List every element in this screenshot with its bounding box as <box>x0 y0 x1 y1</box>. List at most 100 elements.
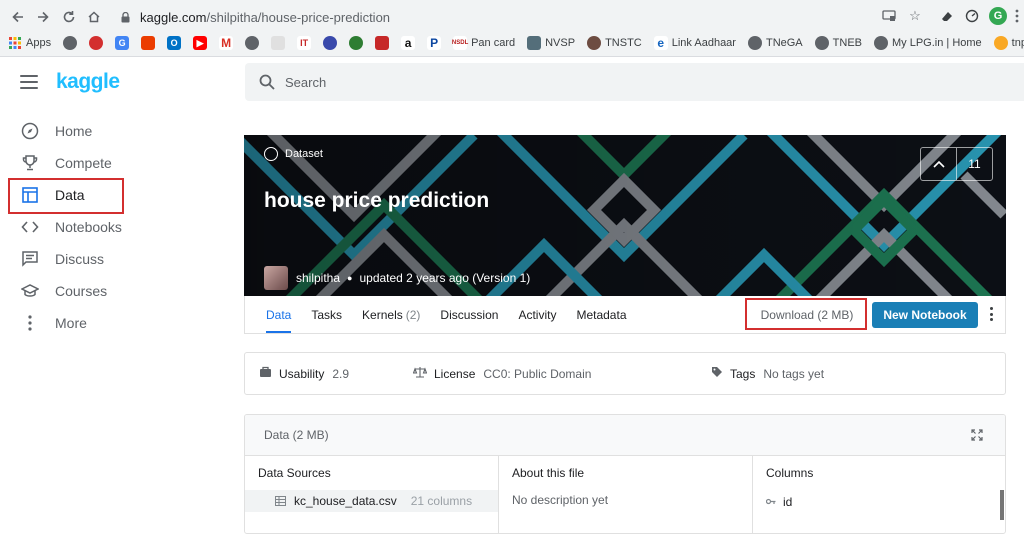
license-label: License <box>434 366 476 381</box>
office-icon <box>141 36 156 50</box>
dataset-meta-row: Usability 2.9 License CC0: Public Domain… <box>244 352 1006 395</box>
bookmark-youtube[interactable]: ▶ <box>193 36 211 50</box>
bookmark-tnpds[interactable]: tnpds <box>993 36 1024 50</box>
grammarly-extension-icon[interactable]: G <box>989 7 1007 25</box>
bookmark-generic[interactable] <box>271 36 289 50</box>
chrome-menu-icon[interactable] <box>1008 7 1024 25</box>
bookmark-amazon[interactable]: a <box>401 36 419 50</box>
browser-chrome: kaggle.com/shilpitha/house-price-predict… <box>0 0 1024 57</box>
bookmark-pan-card[interactable]: NSDL Pan card <box>452 36 519 50</box>
amazon-icon: a <box>401 36 416 50</box>
eraser-extension-icon[interactable] <box>938 7 956 25</box>
bookmark-tneb[interactable]: TNEB <box>814 36 866 50</box>
bookmark-office[interactable] <box>141 36 159 50</box>
address-bar[interactable]: kaggle.com/shilpitha/house-price-predict… <box>112 5 876 29</box>
license-value: CC0: Public Domain <box>483 366 592 381</box>
bookmark-emblem-2[interactable] <box>349 36 367 50</box>
tab-tasks[interactable]: Tasks <box>311 296 342 333</box>
bookmark-outlook[interactable]: O <box>167 36 185 50</box>
bookmark-it[interactable]: IT <box>297 36 315 50</box>
data-nav-highlight-box <box>8 178 124 214</box>
cast-icon[interactable] <box>880 7 898 25</box>
speed-extension-icon[interactable] <box>963 7 981 25</box>
tags-label: Tags <box>730 366 756 381</box>
forward-arrow-icon[interactable] <box>33 7 53 27</box>
bookmark-ticket[interactable] <box>375 36 393 50</box>
reload-icon[interactable] <box>59 7 79 27</box>
sidebar-item-more[interactable]: More <box>0 307 230 339</box>
usability-value: 2.9 <box>332 366 350 381</box>
expand-icon[interactable] <box>971 428 983 441</box>
home-icon[interactable] <box>84 7 104 27</box>
columns-heading: Columns <box>766 466 814 480</box>
star-bookmark-icon[interactable]: ☆ <box>906 7 924 25</box>
data-explorer-card: Data (2 MB) Data Sources kc_house_data.c… <box>244 414 1006 534</box>
bookmark-paytm[interactable]: P <box>427 36 445 50</box>
bookmark-emblem[interactable] <box>323 36 341 50</box>
globe-icon <box>747 36 762 50</box>
tab-metadata[interactable]: Metadata <box>576 296 626 333</box>
search-icon <box>259 74 275 90</box>
ration-icon <box>993 36 1008 50</box>
data-explorer-header: Data (2 MB) <box>245 415 1005 456</box>
bookmark-tnega[interactable]: TNeGA <box>747 36 807 50</box>
dataset-icon <box>264 147 278 161</box>
search-placeholder: Search <box>285 74 327 90</box>
upvote-button[interactable] <box>921 148 957 180</box>
column-field-item[interactable]: id <box>765 495 793 509</box>
key-icon <box>765 495 776 509</box>
paytm-icon: P <box>427 36 442 50</box>
hamburger-menu-icon[interactable] <box>20 75 38 91</box>
tab-discussion[interactable]: Discussion <box>440 296 498 333</box>
bookmark-globe[interactable] <box>63 36 81 50</box>
bookmark-nvsp[interactable]: NVSP <box>527 36 579 50</box>
bookmark-icon <box>271 36 286 50</box>
new-notebook-button[interactable]: New Notebook <box>872 302 978 328</box>
dataset-type-label: Dataset <box>264 147 323 161</box>
tab-activity[interactable]: Activity <box>518 296 556 333</box>
download-highlight-box <box>745 298 867 330</box>
sidebar-item-home[interactable]: Home <box>0 115 230 147</box>
back-arrow-icon[interactable] <box>8 7 28 27</box>
search-input[interactable]: Search <box>245 63 1024 101</box>
author-link[interactable]: shilpitha <box>296 271 340 285</box>
tab-data[interactable]: Data <box>266 296 292 333</box>
compass-icon <box>20 121 40 141</box>
updated-text: updated 2 years ago (Version 1) <box>359 271 531 285</box>
sidebar-item-discuss[interactable]: Discuss <box>0 243 230 275</box>
translate-icon: G <box>115 36 130 50</box>
dataset-banner: Dataset house price prediction shilpitha… <box>244 135 1006 296</box>
bookmark-globe-2[interactable] <box>245 36 263 50</box>
kaggle-logo[interactable]: kaggle <box>56 70 120 94</box>
sidebar-item-notebooks[interactable]: Notebooks <box>0 211 230 243</box>
bookmark-mylpg[interactable]: My LPG.in | Home <box>874 36 986 50</box>
nsdl-icon: NSDL <box>452 36 468 50</box>
bookmark-apps[interactable]: Apps <box>8 36 55 50</box>
tags-value: No tags yet <box>763 366 825 381</box>
tab-kernels[interactable]: Kernels (2) <box>362 296 420 333</box>
sidebar-item-compete[interactable]: Compete <box>0 147 230 179</box>
bookmark-tnstc[interactable]: TNSTC <box>587 36 646 50</box>
it-icon: IT <box>297 36 312 50</box>
outlook-icon: O <box>167 36 182 50</box>
apps-grid-icon <box>8 36 22 50</box>
bookmark-link-aadhaar[interactable]: e Link Aadhaar <box>653 36 740 50</box>
youtube-icon: ▶ <box>193 36 208 50</box>
scrollbar-thumb[interactable] <box>1000 490 1004 520</box>
more-options-icon[interactable] <box>986 306 996 322</box>
file-list-item[interactable]: kc_house_data.csv 21 columns <box>245 490 498 512</box>
bookmark-gmail[interactable]: M <box>219 36 237 50</box>
comment-icon <box>20 249 40 269</box>
bookmark-wifi[interactable] <box>89 36 107 50</box>
gmail-icon: M <box>219 36 234 50</box>
csv-file-icon <box>275 496 286 506</box>
dataset-byline: shilpitha ● updated 2 years ago (Version… <box>264 266 530 290</box>
bookmark-translate[interactable]: G <box>115 36 133 50</box>
usability-item: Usability 2.9 <box>259 353 349 394</box>
avatar[interactable] <box>264 266 288 290</box>
sidebar-item-courses[interactable]: Courses <box>0 275 230 307</box>
column-name: id <box>783 495 793 509</box>
globe-icon <box>63 36 78 50</box>
columns-column: Columns id <box>753 456 1005 533</box>
sidebar-item-label: Compete <box>55 155 112 171</box>
